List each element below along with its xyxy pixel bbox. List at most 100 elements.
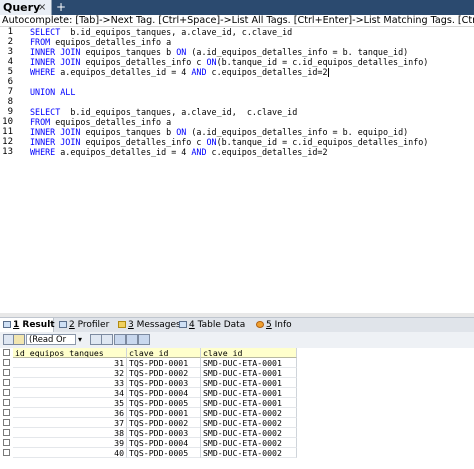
grid-header: id_equipos_tanques clave_id clave_id: [0, 348, 474, 358]
table-cell[interactable]: TQS-PDD-0003: [127, 428, 201, 438]
table-cell[interactable]: 35: [13, 398, 127, 408]
close-icon[interactable]: ×: [38, 0, 46, 15]
table-cell[interactable]: SMD-DUC-ETA-0001: [201, 378, 297, 388]
undo-icon[interactable]: [101, 334, 113, 345]
row-checkbox[interactable]: [3, 439, 10, 446]
table-row[interactable]: 32 TQS-PDD-0002 SMD-DUC-ETA-0001: [0, 368, 474, 378]
table-row[interactable]: 36 TQS-PDD-0001 SMD-DUC-ETA-0002: [0, 408, 474, 418]
table-cell[interactable]: SMD-DUC-ETA-0001: [201, 358, 297, 368]
new-tab-button[interactable]: +: [54, 0, 68, 15]
column-header[interactable]: id_equipos_tanques: [13, 348, 127, 358]
table-cell[interactable]: 34: [13, 388, 127, 398]
table-cell[interactable]: SMD-DUC-ETA-0002: [201, 418, 297, 428]
table-cell[interactable]: 40: [13, 448, 127, 458]
code-line: FROM equipos_detalles_info a: [30, 37, 171, 47]
table-cell[interactable]: TQS-PDD-0003: [127, 378, 201, 388]
profiler-icon: [59, 321, 67, 328]
read-only-dropdown[interactable]: (Read Or: [26, 334, 76, 345]
row-checkbox[interactable]: [3, 359, 10, 366]
sql-text: equipos_tanques b: [80, 47, 177, 57]
table-cell[interactable]: SMD-DUC-ETA-0001: [201, 398, 297, 408]
column-header[interactable]: clave_id: [201, 348, 297, 358]
table-row[interactable]: 34 TQS-PDD-0004 SMD-DUC-ETA-0001: [0, 388, 474, 398]
table-row[interactable]: 37 TQS-PDD-0002 SMD-DUC-ETA-0002: [0, 418, 474, 428]
code-line: SELECT b.id_equipos_tanques, a.clave_id,…: [30, 107, 297, 117]
result-toolbar: (Read Or ▾: [0, 332, 474, 349]
grid-view-icon[interactable]: [114, 334, 126, 345]
row-checkbox[interactable]: [3, 379, 10, 386]
row-checkbox[interactable]: [3, 369, 10, 376]
row-checkbox[interactable]: [3, 399, 10, 406]
table-cell[interactable]: 33: [13, 378, 127, 388]
row-checkbox[interactable]: [3, 409, 10, 416]
result-tab-label: Messages: [133, 320, 181, 330]
row-checkbox[interactable]: [3, 419, 10, 426]
table-row[interactable]: 35 TQS-PDD-0005 SMD-DUC-ETA-0001: [0, 398, 474, 408]
result-tab[interactable]: 2 Profiler: [56, 318, 113, 332]
row-checkbox[interactable]: [3, 389, 10, 396]
table-cell[interactable]: 37: [13, 418, 127, 428]
table-cell[interactable]: 38: [13, 428, 127, 438]
table-cell[interactable]: 31: [13, 358, 127, 368]
form-view-icon[interactable]: [126, 334, 138, 345]
table-cell[interactable]: TQS-PDD-0001: [127, 408, 201, 418]
code-line: INNER JOIN equipos_detalles_info c ON(b.…: [30, 137, 428, 147]
table-cell[interactable]: 36: [13, 408, 127, 418]
table-cell[interactable]: SMD-DUC-ETA-0002: [201, 408, 297, 418]
sql-keyword: AND: [191, 147, 207, 157]
text-cursor: [327, 68, 329, 77]
text-view-icon[interactable]: [138, 334, 150, 345]
code-line: UNION ALL: [30, 87, 75, 97]
chevron-down-icon[interactable]: ▾: [78, 334, 87, 345]
table-row[interactable]: 40 TQS-PDD-0005 SMD-DUC-ETA-0002: [0, 448, 474, 458]
copy-icon[interactable]: [13, 334, 25, 345]
result-tab[interactable]: 5 Info: [253, 318, 293, 332]
sql-text: equipos_detalles_info a: [50, 117, 172, 127]
table-cell[interactable]: TQS-PDD-0002: [127, 368, 201, 378]
table-cell[interactable]: TQS-PDD-0004: [127, 438, 201, 448]
sql-text: c.equipos_detalles_id=2: [206, 67, 328, 77]
sql-keyword: SELECT: [30, 27, 61, 37]
line-number: 5: [7, 67, 13, 77]
sql-text: equipos_tanques b: [80, 127, 177, 137]
table-cell[interactable]: TQS-PDD-0005: [127, 398, 201, 408]
sql-keyword: ON: [176, 127, 187, 137]
sql-text: b.id_equipos_tanques, a.clave_id, c.clav…: [60, 107, 298, 117]
table-cell[interactable]: SMD-DUC-ETA-0001: [201, 388, 297, 398]
sql-text: (b.tanque_id = c.id_equipos_detalles_inf…: [216, 57, 429, 67]
result-tab-label: Profiler: [74, 320, 110, 330]
table-cell[interactable]: SMD-DUC-ETA-0002: [201, 438, 297, 448]
table-cell[interactable]: TQS-PDD-0001: [127, 358, 201, 368]
sql-keyword: SELECT: [30, 107, 61, 117]
row-checkbox[interactable]: [3, 429, 10, 436]
row-checkbox[interactable]: [3, 449, 10, 456]
result-tab[interactable]: 4 Table Data: [176, 318, 251, 332]
table-cell[interactable]: SMD-DUC-ETA-0002: [201, 448, 297, 458]
select-all-checkbox[interactable]: [3, 349, 10, 356]
table-cell[interactable]: SMD-DUC-ETA-0001: [201, 368, 297, 378]
column-header[interactable]: clave_id: [127, 348, 201, 358]
result-tab[interactable]: 1 Result: [0, 318, 55, 332]
sql-text: equipos_detalles_info c: [80, 57, 207, 67]
query-tab[interactable]: Query ×: [0, 0, 52, 15]
sql-keyword: ON: [206, 57, 217, 67]
table-cell[interactable]: TQS-PDD-0005: [127, 448, 201, 458]
line-number: 3: [7, 47, 13, 57]
table-cell[interactable]: SMD-DUC-ETA-0002: [201, 428, 297, 438]
line-number: 10: [2, 117, 13, 127]
table-row[interactable]: 39 TQS-PDD-0004 SMD-DUC-ETA-0002: [0, 438, 474, 448]
sql-text: (a.id_equipos_detalles_info = b. tanque_…: [186, 47, 409, 57]
table-cell[interactable]: TQS-PDD-0004: [127, 388, 201, 398]
table-row[interactable]: 38 TQS-PDD-0003 SMD-DUC-ETA-0002: [0, 428, 474, 438]
table-cell[interactable]: 39: [13, 438, 127, 448]
query-tabbar: Query × +: [0, 0, 474, 15]
sql-editor[interactable]: 1 2 3 4 5 6 7 8 9 10 11 12 13 SELECT b.id_equipos_ta…: [0, 27, 474, 313]
line-number: 11: [2, 127, 13, 137]
table-row[interactable]: 31 TQS-PDD-0001 SMD-DUC-ETA-0001: [0, 358, 474, 368]
table-cell[interactable]: 32: [13, 368, 127, 378]
autocomplete-hint: Autocomplete: [Tab]->Next Tag. [Ctrl+Spa…: [0, 15, 474, 27]
result-tab[interactable]: 3 Messages: [115, 318, 181, 332]
table-row[interactable]: 33 TQS-PDD-0003 SMD-DUC-ETA-0001: [0, 378, 474, 388]
table-cell[interactable]: TQS-PDD-0002: [127, 418, 201, 428]
line-number: 2: [7, 37, 13, 47]
